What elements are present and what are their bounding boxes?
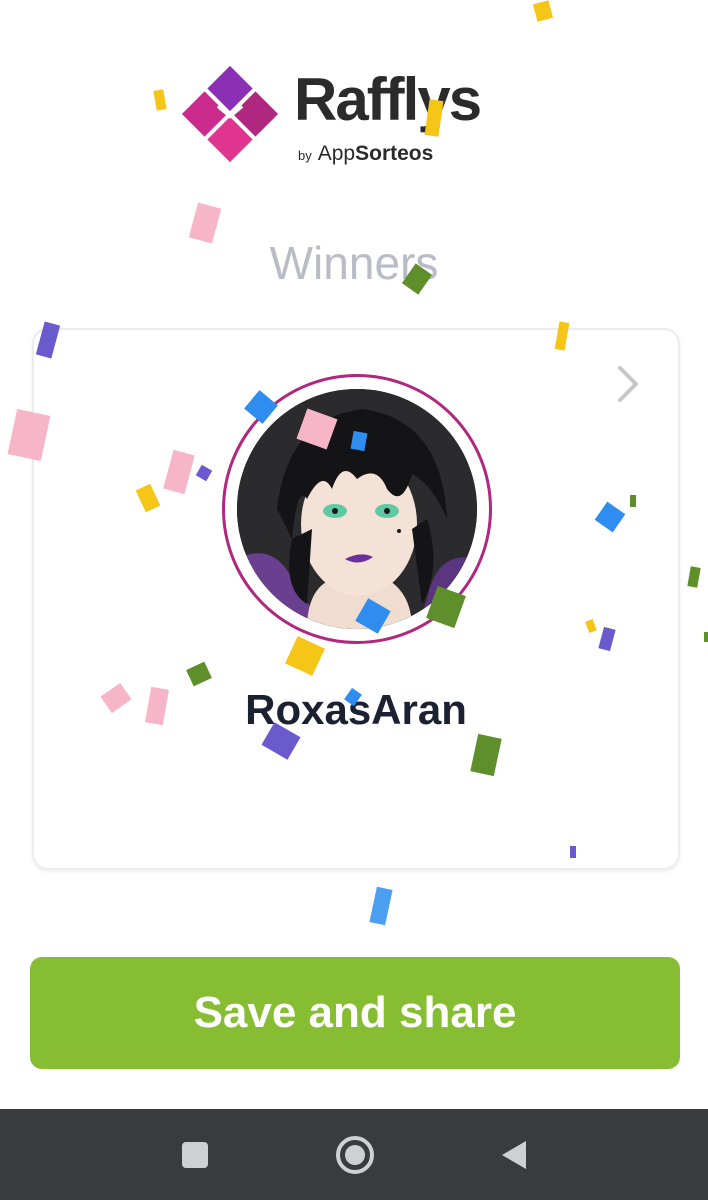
byline-sorteos: Sorteos (355, 142, 434, 165)
brand-byline: by AppSorteos (298, 143, 433, 164)
triangle-back-icon[interactable] (494, 1133, 538, 1177)
system-navigation-bar (0, 1109, 708, 1200)
byline-app: App (317, 142, 356, 165)
byline-by: by (298, 148, 312, 163)
gift-logo-icon (181, 65, 279, 163)
circle-icon[interactable] (333, 1133, 377, 1177)
brand-name: Rafflys (294, 66, 482, 133)
winner-name: RoxasAran (245, 686, 467, 733)
avatar-illustration (237, 389, 477, 629)
rafflys-logo: Rafflys by AppSorteos (178, 60, 538, 170)
winner-avatar (237, 389, 477, 629)
save-and-share-button[interactable]: Save and share (30, 957, 680, 1069)
avatar-ring (222, 374, 492, 644)
winner-card[interactable]: RoxasAran (32, 328, 680, 870)
page-title: Winners (269, 237, 439, 289)
chevron-right-icon[interactable] (612, 362, 644, 406)
square-icon[interactable] (173, 1133, 217, 1177)
